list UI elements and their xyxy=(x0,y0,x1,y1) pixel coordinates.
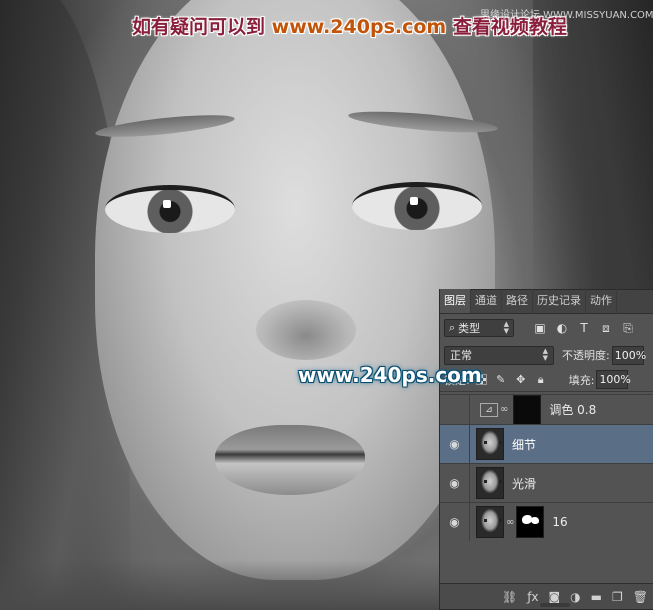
eye-icon: ◉ xyxy=(449,476,460,490)
new-layer-icon[interactable]: ❐ xyxy=(612,590,623,604)
move-icon[interactable]: ✥ xyxy=(515,373,527,386)
opacity-label: 不透明度: xyxy=(562,349,610,362)
fx-icon[interactable]: ƒx xyxy=(527,590,538,604)
type-filter-icon[interactable]: T xyxy=(578,321,590,335)
eye-icon: ◉ xyxy=(449,515,460,529)
tab-layers[interactable]: 图层 xyxy=(440,289,471,313)
new-adjustment-icon[interactable]: ◑ xyxy=(570,590,580,604)
filter-label: 类型 xyxy=(458,322,481,335)
tab-channels[interactable]: 通道 xyxy=(471,289,502,313)
panel-tabs: 图层 通道 路径 历史记录 动作 xyxy=(440,289,653,314)
layer-list: ⊿ ∞ 调色 0.8 ◉ 细节 ◉ 光滑 ◉ ∞ 16 xyxy=(440,394,653,541)
center-watermark: www.240ps.com xyxy=(298,363,482,387)
brush-icon[interactable]: ✎ xyxy=(495,373,507,386)
layer-row-smooth[interactable]: ◉ 光滑 xyxy=(440,463,653,502)
panel-footer: ⛓ ƒx ◙ ◑ ▬ ❐ 🗑︎ xyxy=(440,583,653,609)
tab-actions[interactable]: 动作 xyxy=(586,289,617,313)
link-icon: ∞ xyxy=(500,404,509,415)
caption-prefix: 如有疑问可以到 xyxy=(132,16,266,38)
layer-name: 16 xyxy=(552,515,568,529)
caption-site: www.240ps.com xyxy=(271,16,447,38)
layer-thumbnail xyxy=(476,506,504,538)
filter-icons: ▣ ◐ T ⧈ ⎘ xyxy=(534,321,634,336)
tab-history[interactable]: 历史记录 xyxy=(533,289,586,313)
visibility-toggle[interactable]: ◉ xyxy=(440,464,470,502)
search-icon: ⌕ xyxy=(449,321,456,334)
visibility-toggle[interactable] xyxy=(440,395,470,424)
visibility-toggle[interactable]: ◉ xyxy=(440,503,470,541)
layer-row-detail[interactable]: ◉ 细节 xyxy=(440,424,653,463)
visibility-toggle[interactable]: ◉ xyxy=(440,425,470,463)
pixel-filter-icon[interactable]: ▣ xyxy=(534,321,546,335)
layer-thumbnail xyxy=(476,467,504,499)
layer-mask-thumbnail[interactable] xyxy=(516,506,545,538)
nose xyxy=(256,300,356,360)
left-eye xyxy=(105,185,235,233)
blend-mode-value: 正常 xyxy=(450,349,472,362)
levels-adjustment-icon: ⊿ xyxy=(480,402,498,417)
smart-object-filter-icon[interactable]: ⎘ xyxy=(622,321,634,335)
fill-input[interactable]: 100% xyxy=(596,370,631,389)
updown-arrows-icon: ▲ ▼ xyxy=(542,347,548,362)
right-eye xyxy=(352,182,482,230)
opacity-input[interactable]: 100% xyxy=(611,345,646,365)
eye-icon: ◉ xyxy=(449,437,460,451)
new-group-icon[interactable]: ▬ xyxy=(591,590,602,604)
layer-mask-thumbnail[interactable] xyxy=(513,395,542,424)
layer-name: 细节 xyxy=(512,437,537,452)
link-layers-icon[interactable]: ⛓ xyxy=(502,590,517,604)
layer-name: 调色 0.8 xyxy=(549,403,597,417)
blend-mode-select[interactable]: 正常 ▲ ▼ xyxy=(444,345,554,365)
layer-row-16[interactable]: ◉ ∞ 16 xyxy=(440,502,653,541)
filter-row: ⌕ 类型 ▲ ▼ ▣ ◐ T ⧈ ⎘ xyxy=(440,314,653,342)
layer-row-adjust[interactable]: ⊿ ∞ 调色 0.8 xyxy=(440,394,653,424)
shape-filter-icon[interactable]: ⧈ xyxy=(600,321,612,335)
adjustment-filter-icon[interactable]: ◐ xyxy=(556,321,568,335)
link-icon: ∞ xyxy=(506,516,515,528)
layer-thumbnail xyxy=(476,428,504,460)
lock-icon[interactable]: 🔒︎ xyxy=(535,373,547,386)
fill-label: 填充: xyxy=(568,373,595,387)
layer-name: 光滑 xyxy=(512,476,537,491)
hair-right xyxy=(533,0,653,310)
scrollbar[interactable] xyxy=(540,603,570,607)
layers-panel: 图层 通道 路径 历史记录 动作 ⌕ 类型 ▲ ▼ ▣ ◐ T ⧈ ⎘ 正常 ▲ ▼… xyxy=(439,289,653,610)
lock-icons: ✎ ✥ 🔒︎ xyxy=(475,373,547,386)
tab-paths[interactable]: 路径 xyxy=(502,289,533,313)
updown-arrows-icon: ▲ ▼ xyxy=(503,320,509,335)
corner-watermark: 思缘设计论坛 WWW.MISSYUAN.COM xyxy=(480,10,653,21)
trash-icon[interactable]: 🗑︎ xyxy=(633,590,648,604)
lips xyxy=(215,425,365,495)
layer-filter-select[interactable]: ⌕ 类型 ▲ ▼ xyxy=(444,319,514,337)
add-mask-icon[interactable]: ◙ xyxy=(549,590,561,604)
